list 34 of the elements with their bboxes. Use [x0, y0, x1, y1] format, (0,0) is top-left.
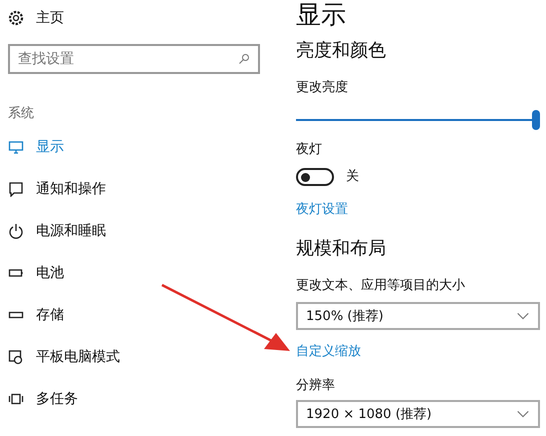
- sidebar-item[interactable]: 通知和操作: [8, 178, 265, 200]
- search-icon: [238, 53, 250, 65]
- tablet-icon: [8, 349, 24, 365]
- night-light-label: 夜灯: [296, 141, 323, 158]
- night-light-settings-link[interactable]: 夜灯设置: [296, 200, 540, 218]
- sidebar-item[interactable]: 平板电脑模式: [8, 346, 265, 368]
- toggle-switch[interactable]: [296, 168, 334, 186]
- sidebar-item[interactable]: 存储: [8, 304, 265, 326]
- sidebar-item[interactable]: 显示: [8, 136, 265, 158]
- power-icon: [8, 223, 24, 239]
- brightness-label: 更改亮度: [296, 79, 349, 96]
- slider-thumb[interactable]: [532, 110, 540, 130]
- scale-dropdown[interactable]: 150% (推荐): [296, 302, 540, 330]
- multitask-icon: [8, 391, 24, 407]
- section-heading: 亮度和颜色: [296, 39, 387, 62]
- home-link[interactable]: 主页: [8, 8, 265, 28]
- search-field[interactable]: 查找设置: [8, 44, 260, 74]
- brightness-slider[interactable]: [296, 110, 540, 130]
- toggle-state: 关: [346, 169, 359, 185]
- settings-icon: [8, 10, 24, 26]
- section-label: 系统: [8, 105, 35, 122]
- custom-scaling-link[interactable]: 自定义缩放: [296, 342, 540, 360]
- resolution-label: 分辨率: [296, 377, 336, 394]
- search-placeholder: 查找设置: [18, 50, 74, 68]
- home-label: 主页: [36, 10, 64, 26]
- message-icon: [8, 181, 24, 197]
- scale-label: 更改文本、应用等项目的大小: [296, 277, 466, 294]
- page-title: 显示: [296, 0, 347, 30]
- resolution-dropdown[interactable]: 1920 × 1080 (推荐): [296, 400, 540, 428]
- section-heading: 规模和布局: [296, 237, 387, 260]
- sidebar-item[interactable]: 电池: [8, 262, 265, 284]
- sidebar-item[interactable]: 多任务: [8, 388, 265, 410]
- sidebar-item[interactable]: 电源和睡眠: [8, 220, 265, 242]
- monitor-icon: [8, 139, 24, 155]
